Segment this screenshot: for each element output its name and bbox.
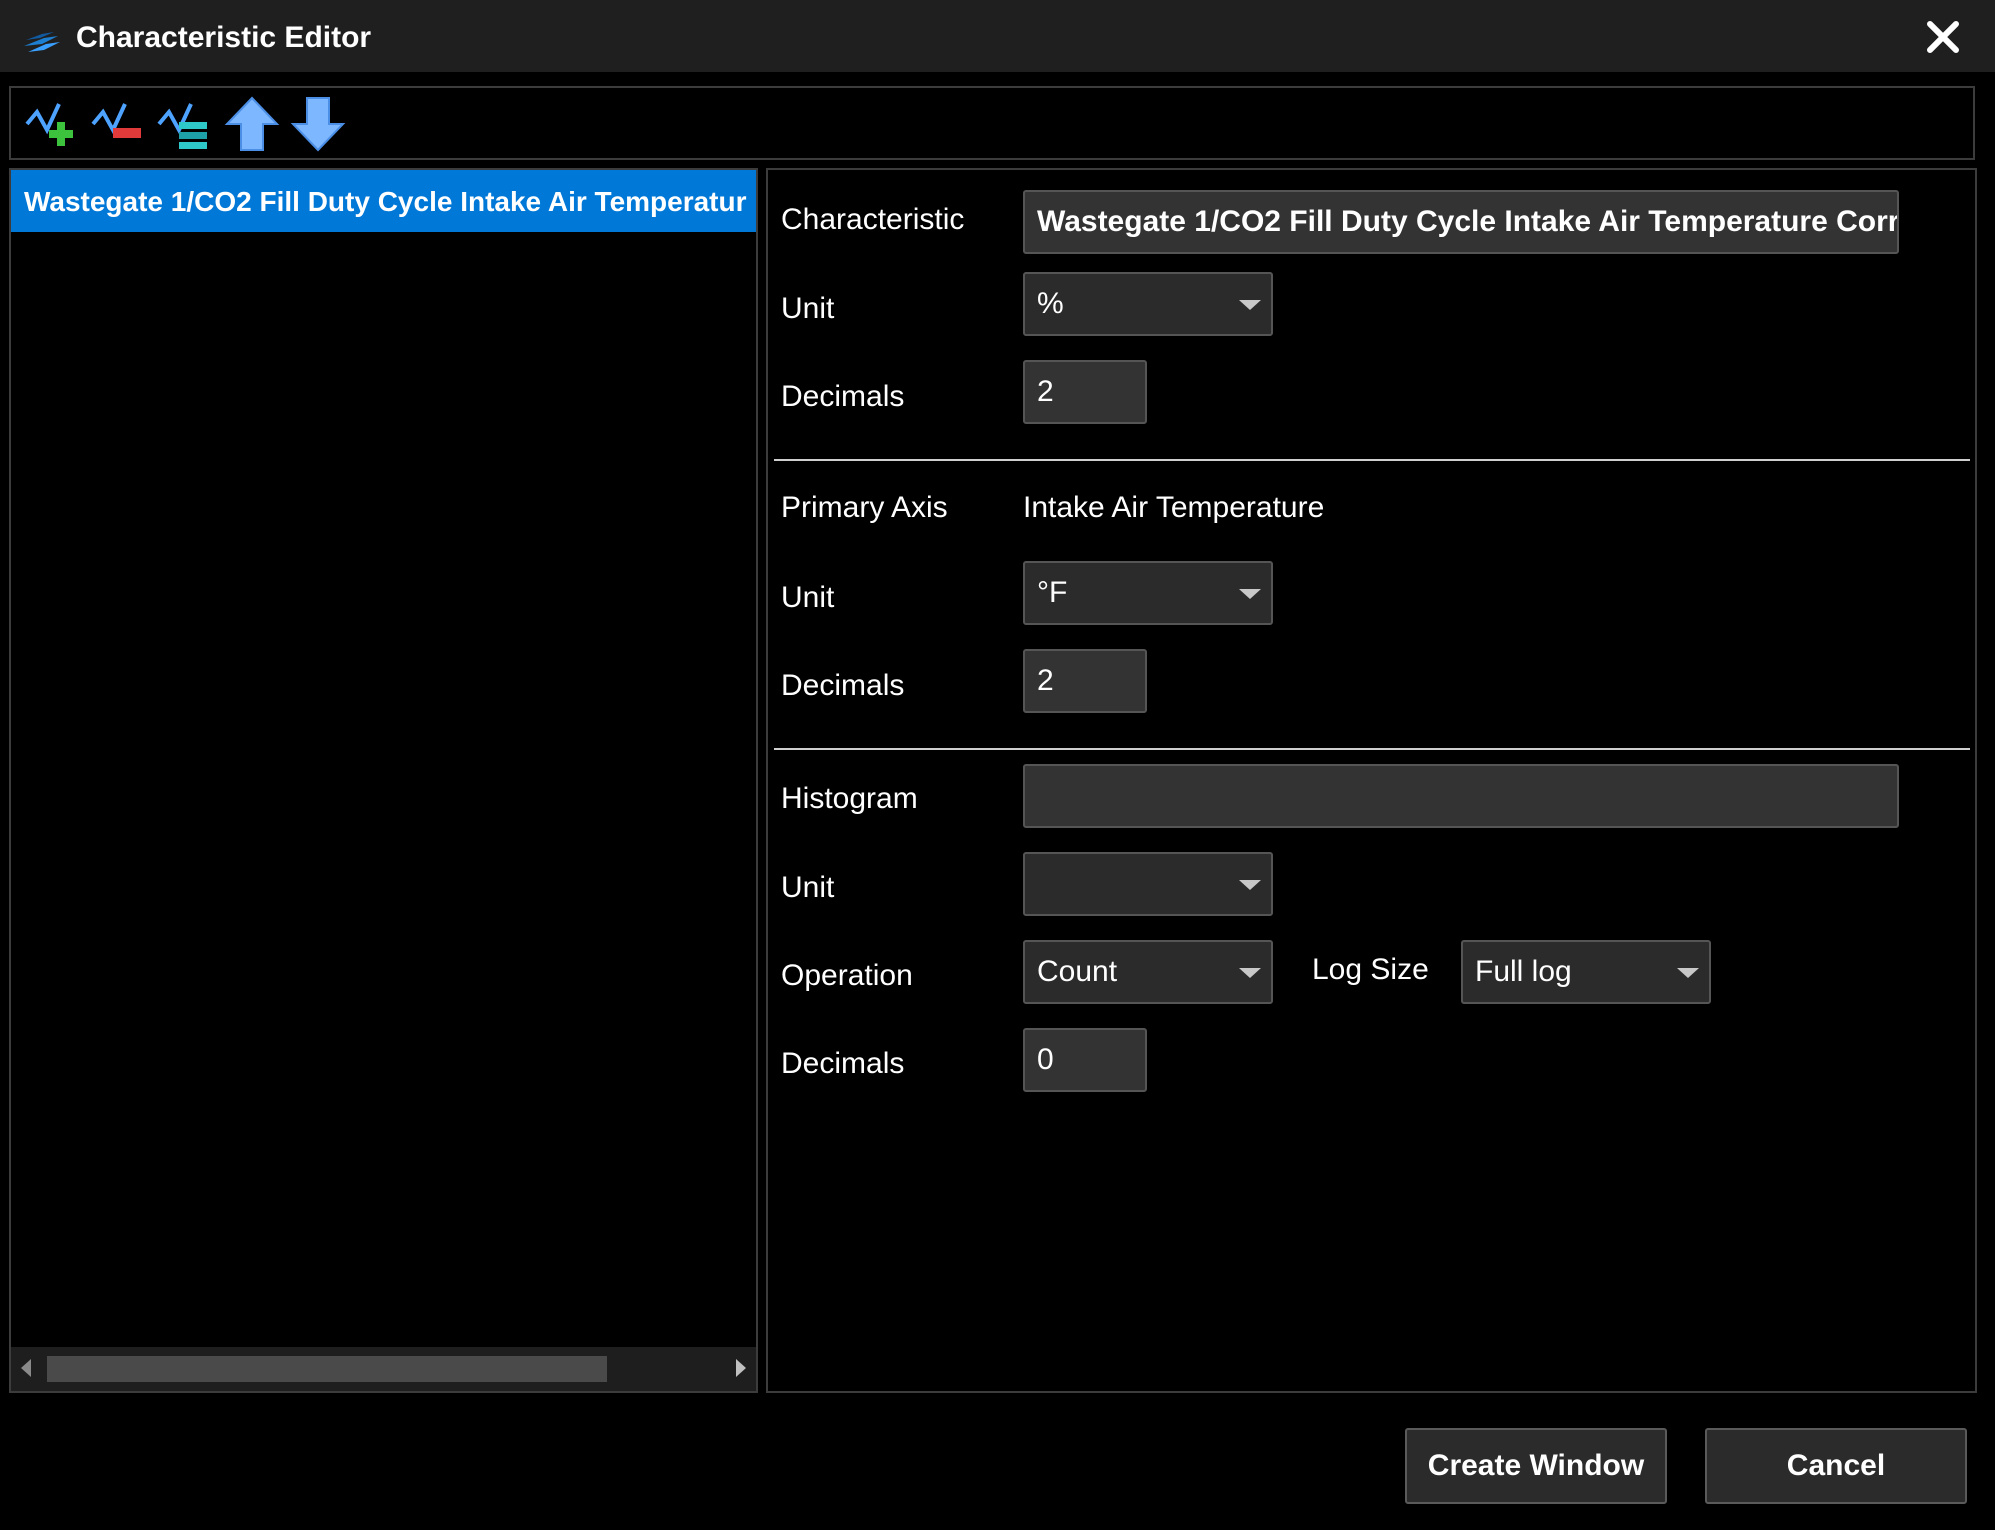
chart-add-icon — [25, 103, 73, 146]
section-divider — [774, 748, 1970, 750]
edit-characteristic-button[interactable] — [155, 94, 217, 154]
title-bar: Characteristic Editor — [0, 0, 1995, 72]
scroll-thumb[interactable] — [47, 1356, 607, 1382]
editor-panel: Characteristic Wastegate 1/CO2 Fill Duty… — [766, 168, 1977, 1393]
operation-label: Operation — [781, 959, 913, 992]
list-item[interactable]: Wastegate 1/CO2 Fill Duty Cycle Intake A… — [11, 170, 756, 232]
move-up-button[interactable] — [221, 94, 283, 154]
primary-axis-decimals-field[interactable]: 2 — [1023, 649, 1147, 713]
window-title: Characteristic Editor — [76, 21, 372, 54]
primary-axis-unit-select[interactable]: °F — [1023, 561, 1273, 625]
horizontal-scrollbar[interactable] — [11, 1347, 756, 1391]
toolbar — [9, 86, 1975, 160]
scroll-left-icon[interactable] — [21, 1359, 31, 1377]
scroll-right-icon[interactable] — [736, 1359, 746, 1377]
characteristic-list: Wastegate 1/CO2 Fill Duty Cycle Intake A… — [9, 168, 758, 1393]
chevron-down-icon — [1239, 300, 1261, 310]
chart-list-icon — [157, 103, 207, 149]
log-size-label: Log Size — [1312, 953, 1429, 986]
chevron-down-icon — [1239, 968, 1261, 978]
close-icon[interactable] — [1920, 14, 1966, 60]
characteristic-unit-select[interactable]: % — [1023, 272, 1273, 336]
histogram-decimals-field[interactable]: 0 — [1023, 1028, 1147, 1092]
primary-axis-value: Intake Air Temperature — [1023, 491, 1325, 524]
arrow-down-icon — [290, 97, 346, 152]
section-divider — [774, 459, 1970, 461]
chart-remove-icon — [91, 103, 141, 138]
arrow-up-icon — [224, 96, 280, 151]
characteristic-name-field[interactable]: Wastegate 1/CO2 Fill Duty Cycle Intake A… — [1023, 190, 1899, 254]
primary-axis-decimals-label: Decimals — [781, 669, 905, 702]
histogram-decimals-label: Decimals — [781, 1047, 905, 1080]
primary-axis-label: Primary Axis — [781, 491, 948, 524]
characteristic-label: Characteristic — [781, 203, 965, 236]
histogram-unit-select[interactable] — [1023, 852, 1273, 916]
histogram-unit-label: Unit — [781, 871, 835, 904]
chevron-down-icon — [1239, 589, 1261, 599]
move-down-button[interactable] — [287, 94, 349, 154]
app-logo-icon — [24, 32, 60, 52]
list-item-label: Wastegate 1/CO2 Fill Duty Cycle Intake A… — [24, 186, 747, 217]
log-size-select[interactable]: Full log — [1461, 940, 1711, 1004]
remove-characteristic-button[interactable] — [89, 94, 151, 154]
chevron-down-icon — [1239, 880, 1261, 890]
cancel-button[interactable]: Cancel — [1705, 1428, 1967, 1504]
characteristic-decimals-label: Decimals — [781, 380, 905, 413]
create-window-button[interactable]: Create Window — [1405, 1428, 1667, 1504]
characteristic-unit-label: Unit — [781, 292, 835, 325]
histogram-label: Histogram — [781, 782, 918, 815]
characteristic-decimals-field[interactable]: 2 — [1023, 360, 1147, 424]
primary-axis-unit-label: Unit — [781, 581, 835, 614]
chevron-down-icon — [1677, 968, 1699, 978]
add-characteristic-button[interactable] — [23, 94, 85, 154]
operation-select[interactable]: Count — [1023, 940, 1273, 1004]
histogram-field[interactable] — [1023, 764, 1899, 828]
